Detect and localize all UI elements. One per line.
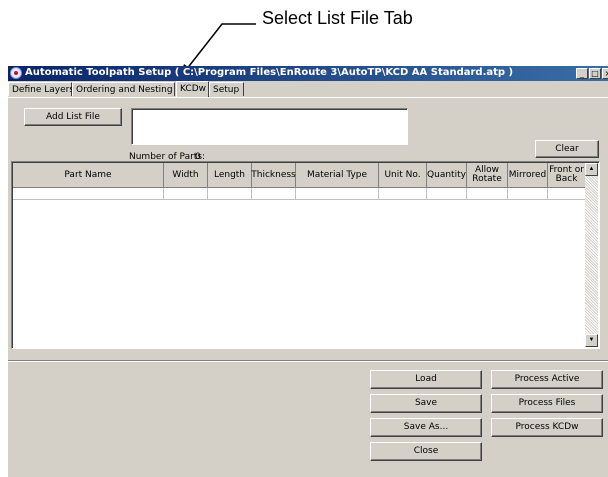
grid-cell[interactable] bbox=[548, 188, 586, 200]
tab-ordering-and-nesting[interactable]: Ordering and Nesting bbox=[72, 82, 175, 96]
save-button[interactable]: Save bbox=[370, 394, 482, 413]
close-button[interactable]: Close bbox=[370, 442, 482, 461]
window-title: Automatic Toolpath Setup ( C:\Program Fi… bbox=[25, 67, 514, 78]
process-kcdw-button[interactable]: Process KCDw bbox=[491, 418, 603, 437]
column-header-part-name[interactable]: Part Name bbox=[13, 163, 164, 188]
grid-cell[interactable] bbox=[252, 188, 296, 200]
minimize-button[interactable]: _ bbox=[576, 68, 588, 79]
tab-divider bbox=[8, 97, 608, 98]
load-button[interactable]: Load bbox=[370, 370, 482, 389]
close-window-button[interactable]: × bbox=[602, 68, 608, 79]
clear-button[interactable]: Clear bbox=[535, 140, 599, 158]
add-list-file-button[interactable]: Add List File bbox=[24, 108, 122, 126]
tab-kcdw[interactable]: KCDw bbox=[176, 81, 209, 97]
automatic-toolpath-setup-window: Automatic Toolpath Setup ( C:\Program Fi… bbox=[8, 66, 608, 477]
process-files-button[interactable]: Process Files bbox=[491, 394, 603, 413]
column-header-width[interactable]: Width bbox=[164, 163, 208, 188]
column-header-unit-no[interactable]: Unit No. bbox=[379, 163, 427, 188]
maximize-button[interactable]: □ bbox=[589, 68, 601, 79]
column-header-thickness[interactable]: Thickness bbox=[251, 163, 296, 188]
grid-cell[interactable] bbox=[508, 188, 548, 200]
column-header-allow-rotate[interactable]: Allow Rotate bbox=[467, 163, 508, 188]
grid-cell[interactable] bbox=[164, 188, 208, 200]
tab-setup[interactable]: Setup bbox=[209, 82, 244, 96]
list-file-box[interactable] bbox=[131, 108, 408, 145]
app-icon[interactable] bbox=[10, 67, 22, 79]
parts-grid[interactable]: Part Name Width Length Thickness Materia… bbox=[11, 161, 600, 349]
vertical-scrollbar[interactable]: ▲ ▼ bbox=[585, 163, 598, 347]
scroll-down-icon[interactable]: ▼ bbox=[585, 334, 598, 347]
tab-define-layers[interactable]: Define Layers bbox=[8, 82, 74, 96]
grid-cell[interactable] bbox=[379, 188, 427, 200]
title-bar[interactable]: Automatic Toolpath Setup ( C:\Program Fi… bbox=[8, 66, 608, 81]
scroll-up-icon[interactable]: ▲ bbox=[585, 163, 598, 176]
grid-cell[interactable] bbox=[13, 188, 164, 200]
grid-cell[interactable] bbox=[296, 188, 379, 200]
column-header-length[interactable]: Length bbox=[208, 163, 252, 188]
grid-cell[interactable] bbox=[467, 188, 508, 200]
grid-cell[interactable] bbox=[427, 188, 467, 200]
column-header-material-type[interactable]: Material Type bbox=[296, 163, 379, 188]
save-as-button[interactable]: Save As... bbox=[370, 418, 482, 437]
column-header-front-or-back[interactable]: Front or Back bbox=[548, 163, 586, 188]
bottom-separator-highlight bbox=[8, 361, 608, 362]
column-header-mirrored[interactable]: Mirrored bbox=[508, 163, 548, 188]
process-active-button[interactable]: Process Active bbox=[491, 370, 603, 389]
column-header-quantity[interactable]: Quantity bbox=[427, 163, 467, 188]
grid-cell[interactable] bbox=[208, 188, 252, 200]
